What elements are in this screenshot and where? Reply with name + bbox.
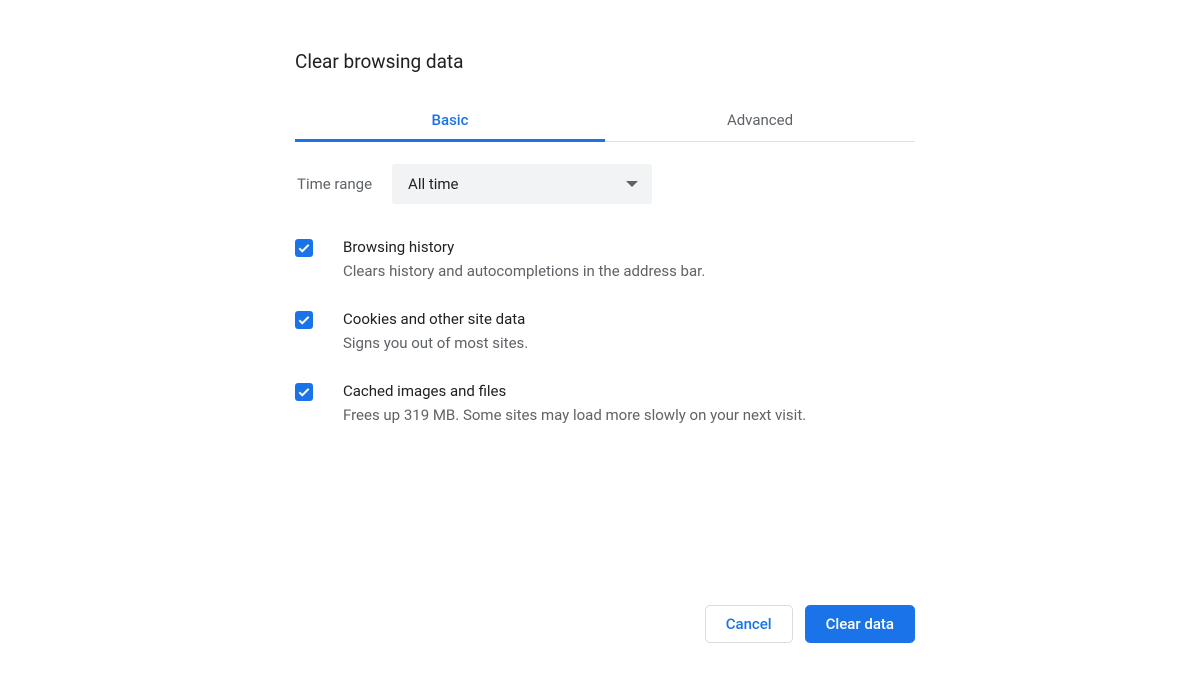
check-icon xyxy=(297,241,311,255)
option-browsing-history: Browsing history Clears history and auto… xyxy=(295,236,915,282)
clear-browsing-data-dialog: Clear browsing data Basic Advanced Time … xyxy=(295,50,915,452)
option-text: Cookies and other site data Signs you ou… xyxy=(343,308,528,354)
dialog-actions: Cancel Clear data xyxy=(705,605,915,643)
time-range-row: Time range All time xyxy=(295,142,915,214)
checkbox-browsing-history[interactable] xyxy=(295,239,313,257)
tabs: Basic Advanced xyxy=(295,101,915,142)
tab-advanced[interactable]: Advanced xyxy=(605,101,915,141)
time-range-dropdown[interactable]: All time xyxy=(392,164,652,204)
check-icon xyxy=(297,385,311,399)
checkbox-cache[interactable] xyxy=(295,383,313,401)
option-desc: Signs you out of most sites. xyxy=(343,332,528,354)
chevron-down-icon xyxy=(626,181,638,187)
option-text: Cached images and files Frees up 319 MB.… xyxy=(343,380,806,426)
check-icon xyxy=(297,313,311,327)
cancel-button[interactable]: Cancel xyxy=(705,605,793,643)
option-title: Cookies and other site data xyxy=(343,308,528,330)
time-range-value: All time xyxy=(408,175,458,193)
checkbox-cookies[interactable] xyxy=(295,311,313,329)
time-range-label: Time range xyxy=(297,175,372,193)
option-cookies: Cookies and other site data Signs you ou… xyxy=(295,308,915,354)
tab-basic[interactable]: Basic xyxy=(295,101,605,141)
option-desc: Clears history and autocompletions in th… xyxy=(343,260,705,282)
option-cache: Cached images and files Frees up 319 MB.… xyxy=(295,380,915,426)
option-text: Browsing history Clears history and auto… xyxy=(343,236,705,282)
option-title: Browsing history xyxy=(343,236,705,258)
dialog-title: Clear browsing data xyxy=(295,50,915,73)
option-desc: Frees up 319 MB. Some sites may load mor… xyxy=(343,404,806,426)
option-title: Cached images and files xyxy=(343,380,806,402)
options-list: Browsing history Clears history and auto… xyxy=(295,236,915,426)
clear-data-button[interactable]: Clear data xyxy=(805,605,915,643)
